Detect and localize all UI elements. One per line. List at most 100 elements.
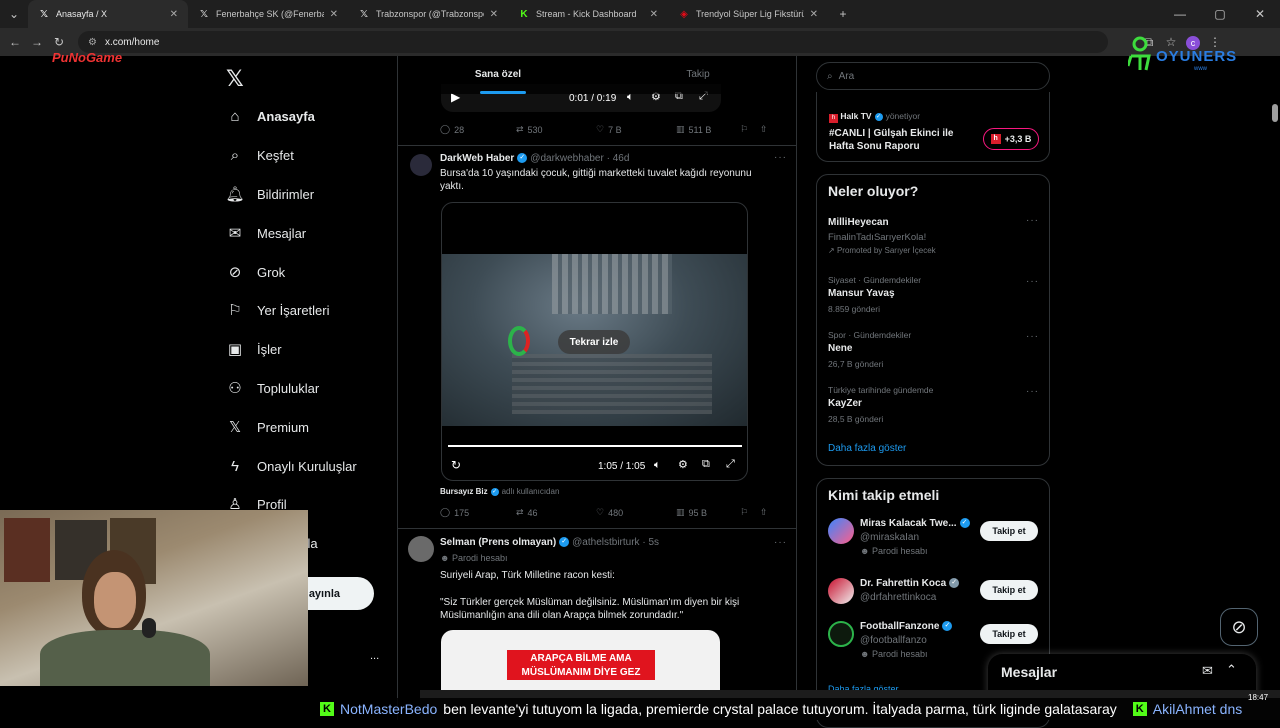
avatar[interactable] (408, 536, 434, 562)
follow-button[interactable]: Takip et (980, 624, 1038, 644)
avatar[interactable] (828, 621, 854, 647)
author-name[interactable]: DarkWeb Haber (440, 153, 514, 164)
follow-button[interactable]: Takip et (980, 521, 1038, 541)
follow-item-0[interactable]: Miras Kalacak Twe... ✓ @miraskaIan ☻ Paro… (860, 518, 973, 556)
tab-following[interactable]: Takip (598, 56, 796, 94)
page-scrollbar[interactable] (1272, 104, 1278, 122)
trends-card: Neler oluyor? MilliHeyecan FinalinTadıSa… (816, 174, 1050, 466)
credit-name[interactable]: Bursayız Biz (440, 487, 488, 496)
nav-verified-orgs[interactable]: ϟ Onaylı Kuruluşlar (226, 456, 357, 476)
webcam-microphone (142, 618, 156, 638)
browser-tab-3[interactable]: K Stream - Kick Dashboard ✕ (508, 0, 668, 28)
trend-item-1[interactable]: Siyaset · Gündemdekiler Mansur Yavaş 8.8… (828, 275, 921, 314)
author-name[interactable]: Selman (Prens olmayan) (440, 537, 556, 548)
more-options-icon[interactable]: ··· (774, 152, 787, 163)
nav-explore[interactable]: ⌕ Keşfet (226, 145, 294, 165)
forward-icon[interactable]: → (26, 35, 48, 49)
tweet-1-video[interactable]: Tekrar izle ↻ 1:05 / 1:05 🔈︎ ⚙ ⧉ ⤢ (441, 202, 748, 481)
back-icon[interactable]: ← (4, 35, 26, 49)
new-message-icon[interactable]: ✉ (1202, 663, 1213, 679)
minimize-icon[interactable]: — (1160, 7, 1200, 21)
trend-item-0[interactable]: MilliHeyecan FinalinTadıSarıyerKola! ↗ P… (828, 217, 936, 255)
avatar[interactable] (828, 518, 854, 544)
maximize-icon[interactable]: ▢ (1200, 7, 1240, 21)
replay-icon[interactable]: ↻ (451, 458, 461, 472)
share-icon[interactable]: ⇧ (760, 124, 768, 135)
close-icon[interactable]: ✕ (490, 9, 498, 20)
video-progress-bar[interactable] (448, 445, 742, 447)
tab-search-button[interactable]: ⌄ (0, 7, 28, 21)
repost-button[interactable]: ⇄ 46 (516, 507, 596, 518)
follow-item-2[interactable]: FootballFanzone ✓ @footballfanzo ☻ Parodi… (860, 621, 955, 659)
nav-home[interactable]: ⌂ Anasayfa (226, 106, 314, 126)
more-options-icon[interactable]: ··· (1026, 276, 1039, 287)
bookmark-icon[interactable]: ⚐ (740, 124, 760, 135)
pip-icon[interactable]: ⧉ (702, 458, 710, 471)
browser-tab-4[interactable]: ◈ Trendyol Süper Lig Fikstürü ve ✕ (668, 0, 828, 28)
account-more-icon[interactable]: ... (370, 650, 379, 662)
browser-tab-0[interactable]: 𝕏 Anasayfa / X ✕ (28, 0, 188, 28)
nav-bookmarks[interactable]: ⚐ Yer İşaretleri (226, 300, 329, 320)
tweet-1-header: DarkWeb Haber ✓ @darkwebhaber · 46d (440, 153, 629, 164)
close-icon[interactable]: ✕ (650, 9, 658, 20)
expand-icon[interactable]: ⌃ (1226, 662, 1237, 678)
nav-messages[interactable]: ✉ Mesajlar (226, 223, 306, 243)
share-icon[interactable]: ⇧ (760, 507, 768, 518)
trend-item-2[interactable]: Spor · Gündemdekiler Nene 26,7 B gönderi (828, 330, 911, 369)
feed-header: Sana özel Takip (398, 56, 796, 94)
follow-name: Miras Kalacak Twe... (860, 518, 957, 529)
close-icon[interactable]: ✕ (810, 9, 818, 20)
more-options-icon[interactable]: ··· (1026, 215, 1039, 226)
fullscreen-icon[interactable]: ⤢ (726, 458, 735, 471)
avatar[interactable] (410, 154, 432, 176)
nav-label: Grok (257, 264, 286, 280)
nav-grok[interactable]: ⊘ Grok (226, 262, 285, 282)
like-button[interactable]: ♡ 480 (596, 507, 676, 518)
close-icon[interactable]: ✕ (330, 9, 338, 20)
more-options-icon[interactable]: ··· (1026, 331, 1039, 342)
more-options-icon[interactable]: ··· (774, 537, 787, 548)
repost-count: 530 (527, 124, 543, 135)
reload-icon[interactable]: ↻ (48, 35, 70, 49)
grok-floating-button[interactable]: ⊘ (1220, 608, 1258, 646)
follow-item-1[interactable]: Dr. Fahrettin Koca ✓ @drfahrettinkoca (860, 578, 962, 603)
close-icon[interactable]: ✕ (170, 9, 178, 20)
trend-item-3[interactable]: Türkiye tarihinde gündemde KayZer 28,5 B… (828, 385, 933, 424)
author-handle[interactable]: @athelstbirturk · 5s (572, 537, 659, 548)
x-logo-icon[interactable]: 𝕏 (226, 66, 244, 92)
trends-show-more-link[interactable]: Daha fazla göster (828, 443, 906, 454)
repost-button[interactable]: ⇄ 530 (516, 124, 596, 135)
site-info-icon[interactable]: ⚙ (88, 37, 97, 48)
url-field[interactable]: ⚙ x.com/home (78, 31, 1108, 53)
views-button[interactable]: ▥ 95 B (676, 507, 740, 518)
author-handle[interactable]: @darkwebhaber · 46d (530, 153, 629, 164)
follow-handle: @miraskaIan (860, 532, 920, 543)
reply-button[interactable]: ◯ 175 (440, 507, 516, 518)
tab-for-you[interactable]: Sana özel (398, 56, 598, 94)
live-card[interactable]: h Halk TV ✓ yönetiyor #CANLI | Gülşah Ekin… (816, 92, 1050, 162)
browser-tab-2[interactable]: 𝕏 Trabzonspor (@Trabzonspor) / ✕ (348, 0, 508, 28)
new-tab-button[interactable]: + (832, 7, 854, 21)
nav-communities[interactable]: ⚇ Topluluklar (226, 378, 319, 398)
more-options-icon[interactable]: ··· (1026, 386, 1039, 397)
trend-name: Nene (828, 343, 853, 354)
live-listeners-badge[interactable]: h +3,3 B (983, 128, 1039, 150)
follow-name: FootballFanzone (860, 621, 940, 632)
trend-name: MilliHeyecan (828, 217, 889, 228)
webcam-person-face (94, 572, 136, 628)
bookmark-icon[interactable]: ⚐ (740, 507, 760, 518)
like-button[interactable]: ♡ 7 B (596, 124, 676, 135)
nav-premium[interactable]: 𝕏 Premium (226, 417, 309, 437)
replay-button[interactable]: Tekrar izle (558, 330, 630, 354)
window-close-icon[interactable]: ✕ (1240, 7, 1280, 21)
reply-button[interactable]: ◯ 28 (440, 124, 516, 135)
nav-jobs[interactable]: ▣ İşler (226, 339, 282, 359)
browser-tab-1[interactable]: 𝕏 Fenerbahçe SK (@Fenerbahce) ✕ (188, 0, 348, 28)
search-input[interactable]: ⌕ Ara (816, 62, 1050, 90)
avatar[interactable] (828, 578, 854, 604)
nav-notifications[interactable]: 🔔︎ Bildirimler (225, 184, 314, 204)
mute-icon[interactable]: 🔈︎ (654, 459, 661, 472)
views-button[interactable]: ▥ 511 B (676, 124, 740, 135)
settings-icon[interactable]: ⚙ (678, 458, 688, 471)
follow-button[interactable]: Takip et (980, 580, 1038, 600)
